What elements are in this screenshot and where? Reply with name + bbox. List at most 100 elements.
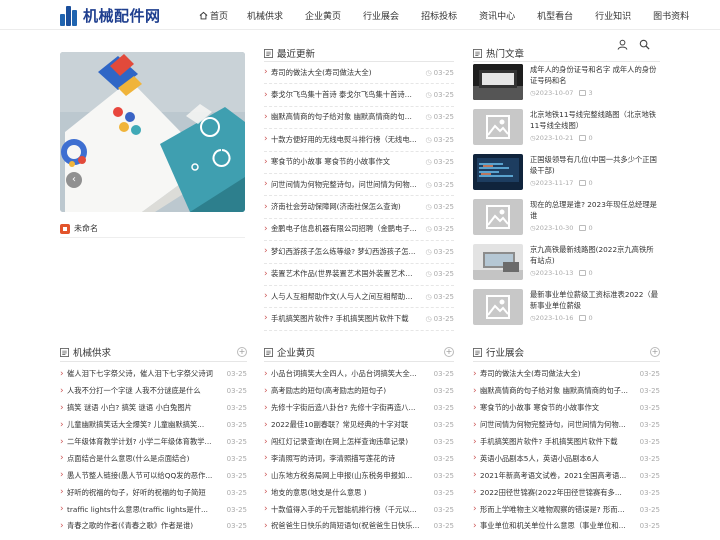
nav-item[interactable]: 行业展会 [363,9,399,22]
nav-item[interactable]: 企业黄页 [305,9,341,22]
item-title[interactable]: 十款方便好用的无线电熨斗排行榜（无线电... [271,135,426,145]
article-thumbnail[interactable] [473,154,523,190]
item-title[interactable]: 地支的意思(地支是什么意思 ) [271,488,434,498]
list-item[interactable]: › 梦幻西游孩子怎么练等级? 梦幻西游孩子怎... ◷ 03-25 [264,241,454,264]
item-title[interactable]: 先修十字街后造八卦台? 先修十字街再造八... [271,403,434,413]
item-title[interactable]: 装置艺术作品(世界装置艺术国外装置艺术作... [271,269,426,279]
list-item[interactable]: › 地支的意思(地支是什么意思 ) 03-25 [264,484,454,501]
item-title[interactable]: 2022田径世锦赛(2022年田径世锦赛有多... [480,488,640,498]
list-item[interactable]: › 小品台词搞笑大全四人，小品台词搞笑大全... 03-25 [264,366,454,383]
item-title[interactable]: 2021年新高考语文试卷，2021全国高考语... [480,471,640,481]
list-item[interactable]: › 人与人互相帮助作文(人与人之间互相帮助的... ◷ 03-25 [264,286,454,309]
placeholder-image-icon[interactable] [473,109,523,145]
item-title[interactable]: 青春之歌的作者(《青春之歌》作者是谁) [67,521,227,531]
nav-item[interactable]: 资讯中心 [479,9,515,22]
list-item[interactable]: › 手机搞笑图片软件? 手机搞笑图片软件下载 03-25 [473,434,660,451]
more-icon[interactable]: + [650,347,660,357]
article-title[interactable]: 京九高铁最新线路图(2022京九高铁所有站点) [530,244,660,266]
list-item[interactable]: › 2021年新高考语文试卷，2021全国高考语... 03-25 [473,467,660,484]
list-item[interactable]: › 2022田径世锦赛(2022年田径世锦赛有多... 03-25 [473,484,660,501]
hot-article[interactable]: 正国级领导有几位(中国一共多少个正国级干部) ◷ 2023-11-17 0 [473,154,660,199]
item-title[interactable]: 寒食节的小故事 寒食节的小故事作文 [271,157,426,167]
nav-item[interactable]: 招标投标 [421,9,457,22]
list-item[interactable]: › 点面结合是什么意思(什么是点面结合) 03-25 [60,450,247,467]
article-title[interactable]: 现在的总理是谁? 2023年现任总经理是谁 [530,199,660,221]
item-title[interactable]: 问世间情为何物完整诗句，问世间情为何物... [271,180,426,190]
list-item[interactable]: › 儿童幽默搞笑话大全爆笑? 儿童幽默搞笑... 03-25 [60,417,247,434]
slider-caption[interactable]: 未命名 [60,220,245,238]
item-title[interactable]: 点面结合是什么意思(什么是点面结合) [67,454,227,464]
more-icon[interactable]: + [444,347,454,357]
list-item[interactable]: › 2022最佳10副春联？常见经典的十字对联 03-25 [264,417,454,434]
nav-item[interactable]: 机型看台 [537,9,573,22]
article-title[interactable]: 最新事业单位薪级工资标准表2022（最新事业单位薪级 [530,289,660,311]
list-item[interactable]: › 幽默高情商的句子给对象 幽默高情商的句子... ◷ 03-25 [264,107,454,130]
item-title[interactable]: 寿司的做法大全(寿司做法大全) [480,369,640,379]
item-title[interactable]: 李清照写的诗词，李清照描写莲花的诗 [271,454,434,464]
list-item[interactable]: › 先修十字街后造八卦台? 先修十字街再造八... 03-25 [264,400,454,417]
item-title[interactable]: 寿司的做法大全(寿司做法大全) [271,68,426,78]
list-item[interactable]: › 寿司的做法大全(寿司做法大全) 03-25 [473,366,660,383]
article-title[interactable]: 成年人的身份证号和名字 成年人的身份证号码和名 [530,64,660,86]
slider-prev-button[interactable]: ‹ [66,172,82,188]
list-item[interactable]: › 祝爸爸生日快乐的简短语句(祝爸爸生日快乐... 03-25 [264,518,454,535]
placeholder-image-icon[interactable] [473,289,523,325]
site-logo[interactable]: 机械配件网 [60,3,161,27]
list-item[interactable]: › 形而上学唯物主义唯物观察的错误是? 形而上... 03-25 [473,501,660,518]
item-title[interactable]: 好听的祝福的句子，好听的祝福的句子简短 [67,488,227,498]
list-item[interactable]: › 手机搞笑图片软件? 手机搞笑图片软件下载 ◷ 03-25 [264,308,454,331]
item-title[interactable]: traffic lights什么意思(traffic lights是什... [67,505,227,515]
hot-article[interactable]: 成年人的身份证号和名字 成年人的身份证号码和名 ◷ 2023-10-07 3 [473,64,660,109]
nav-home[interactable]: 首页 [199,9,228,22]
list-item[interactable]: › 人我不分打一个字谜 人我不分谜底是什么 03-25 [60,383,247,400]
list-item[interactable]: › 催人泪下七字祭父诗，催人泪下七字祭父诗词 03-25 [60,366,247,383]
list-item[interactable]: › 寒食节的小故事 寒食节的小故事作文 03-25 [473,400,660,417]
search-icon[interactable] [639,39,650,50]
more-icon[interactable]: + [237,347,247,357]
list-item[interactable]: › 问世间情为何物完整诗句，问世间情为何物... ◷ 03-25 [264,174,454,197]
item-title[interactable]: 济南社会劳动保障网(济南社保怎么查询) [271,202,426,212]
item-title[interactable]: 闯红灯记录查询(在网上怎样查询违章记录) [271,437,434,447]
list-item[interactable]: › 泰戈尔飞鸟集十首诗 泰戈尔飞鸟集十首诗朗诵 ◷ 03-25 [264,84,454,107]
list-item[interactable]: › 济南社会劳动保障网(济南社保怎么查询) ◷ 03-25 [264,196,454,219]
list-item[interactable]: › 事业单位和机关单位什么意思（事业单位和... 03-25 [473,518,660,535]
item-title[interactable]: 幽默高情商的句子给对象 幽默高情商的句子... [271,112,426,122]
placeholder-image-icon[interactable] [473,199,523,235]
list-item[interactable]: › 愚人节整人链接(愚人节可以给QQ发的恶作... 03-25 [60,467,247,484]
item-title[interactable]: 祝爸爸生日快乐的简短语句(祝爸爸生日快乐... [271,521,434,531]
list-item[interactable]: › 李清照写的诗词，李清照描写莲花的诗 03-25 [264,450,454,467]
article-title[interactable]: 正国级领导有几位(中国一共多少个正国级干部) [530,154,660,176]
list-item[interactable]: › 青春之歌的作者(《青春之歌》作者是谁) 03-25 [60,518,247,535]
item-title[interactable]: 事业单位和机关单位什么意思（事业单位和... [480,521,640,531]
list-item[interactable]: › 十款值得入手的千元智能机排行榜（千元以... 03-25 [264,501,454,518]
hot-article[interactable]: 最新事业单位薪级工资标准表2022（最新事业单位薪级 ◷ 2023-10-16 0 [473,289,660,334]
item-title[interactable]: 人我不分打一个字谜 人我不分谜底是什么 [67,386,227,396]
item-title[interactable]: 形而上学唯物主义唯物观察的错误是? 形而上... [480,505,640,515]
item-title[interactable]: 手机搞笑图片软件? 手机搞笑图片软件下载 [271,314,426,324]
list-item[interactable]: › 高考励志的短句(高考励志的短句子) 03-25 [264,383,454,400]
list-item[interactable]: › 二年级体育教学计划? 小学二年级体育教学... 03-25 [60,434,247,451]
hot-article[interactable]: 京九高铁最新线路图(2022京九高铁所有站点) ◷ 2023-10-13 0 [473,244,660,289]
item-title[interactable]: 泰戈尔飞鸟集十首诗 泰戈尔飞鸟集十首诗朗诵 [271,90,426,100]
item-title[interactable]: 高考励志的短句(高考励志的短句子) [271,386,434,396]
list-item[interactable]: › 寒食节的小故事 寒食节的小故事作文 ◷ 03-25 [264,152,454,174]
list-item[interactable]: › 幽默高情商的句子给对象 幽默高情商的句子... 03-25 [473,383,660,400]
item-title[interactable]: 寒食节的小故事 寒食节的小故事作文 [480,403,640,413]
list-item[interactable]: › 装置艺术作品(世界装置艺术国外装置艺术作... ◷ 03-25 [264,264,454,286]
list-item[interactable]: › 英语小品剧本5人，英语小品剧本6人 03-25 [473,450,660,467]
list-item[interactable]: › 山东地方税务局网上申报(山东税务申报如... 03-25 [264,467,454,484]
nav-item[interactable]: 机械供求 [247,9,283,22]
article-thumbnail[interactable] [473,244,523,280]
list-item[interactable]: › 搞笑 谜语 小白? 搞笑 谜语 小白兔图片 03-25 [60,400,247,417]
item-title[interactable]: 2022最佳10副春联？常见经典的十字对联 [271,420,434,430]
item-title[interactable]: 金鹏电子信息机器有限公司招聘（金鹏电子... [271,224,426,234]
item-title[interactable]: 山东地方税务局网上申报(山东税务申报如... [271,471,434,481]
list-item[interactable]: › 寿司的做法大全(寿司做法大全) ◷ 03-25 [264,62,454,85]
article-title[interactable]: 北京地铁11号线完整线路图（北京地铁11号线全线图） [530,109,660,131]
item-title[interactable]: 儿童幽默搞笑话大全爆笑? 儿童幽默搞笑... [67,420,227,430]
hot-article[interactable]: 现在的总理是谁? 2023年现任总经理是谁 ◷ 2023-10-30 0 [473,199,660,244]
list-item[interactable]: › traffic lights什么意思(traffic lights是什... 0… [60,501,247,518]
nav-item[interactable]: 图书资料 [653,9,689,22]
item-title[interactable]: 英语小品剧本5人，英语小品剧本6人 [480,454,640,464]
list-item[interactable]: › 问世间情为何物完整诗句，问世间情为何物... 03-25 [473,417,660,434]
